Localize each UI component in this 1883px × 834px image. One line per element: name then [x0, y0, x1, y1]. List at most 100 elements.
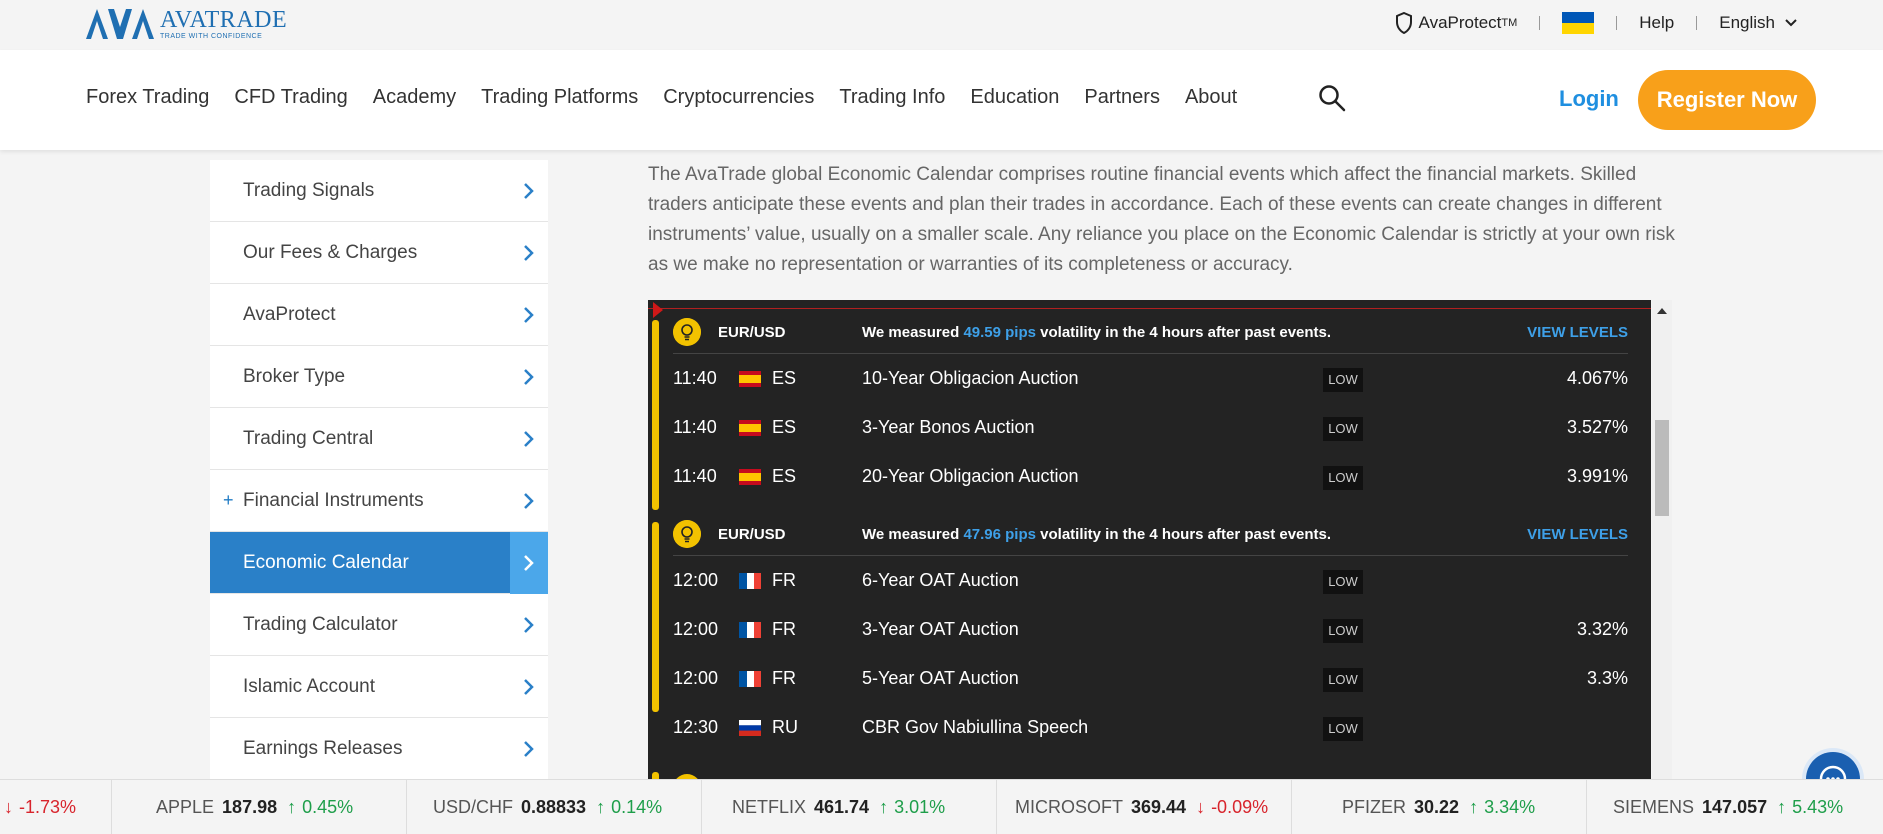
arrow-down-icon: ↓ [4, 796, 13, 817]
sidebar-item-trading-calculator[interactable]: Trading Calculator [210, 594, 548, 656]
ticker-item[interactable]: SIEMENS 147.057 ↑ 5.43% [1587, 780, 1883, 834]
impact-badge: LOW [1323, 466, 1363, 490]
sidebar-item-label: Our Fees & Charges [243, 242, 418, 263]
calendar-event-row[interactable]: 11:40 ES 20-Year Obligacion Auction LOW … [673, 452, 1628, 501]
volatility-suffix: volatility in the 4 hours after past eve… [1035, 324, 1332, 341]
ticker-change: -0.09% [1211, 796, 1269, 817]
market-ticker: ↓ -1.73% APPLE 187.98 ↑ 0.45% USD/CHF 0.… [0, 779, 1883, 834]
nav-item-academy[interactable]: Academy [373, 86, 456, 109]
event-time: 12:00 [673, 619, 719, 639]
event-actual-value: 3.527% [1566, 417, 1628, 437]
france-flag-icon [739, 573, 761, 589]
sidebar-item-trading-central[interactable]: Trading Central [210, 408, 548, 470]
login-link[interactable]: Login [1559, 86, 1619, 112]
ticker-name: SIEMENS [1613, 796, 1695, 817]
ticker-item[interactable]: PFIZER 30.22 ↑ 3.34% [1292, 780, 1587, 834]
ukraine-flag-icon [1562, 12, 1595, 34]
sidebar-item-islamic-account[interactable]: Islamic Account [210, 656, 548, 718]
scrollbar-thumb[interactable] [1655, 420, 1669, 516]
ticker-item[interactable]: MICROSOFT 369.44 ↓ -0.09% [997, 780, 1292, 834]
calendar-event-row[interactable]: 12:00 FR 3-Year OAT Auction LOW 3.32% [673, 605, 1628, 654]
main-navbar: Forex Trading CFD Trading Academy Tradin… [0, 50, 1883, 150]
calendar-event-row[interactable]: 11:40 ES 10-Year Obligacion Auction LOW … [673, 354, 1628, 403]
chevron-right-icon [510, 532, 548, 594]
event-country: FR [772, 668, 796, 688]
calendar-event-row[interactable]: 12:00 FR 6-Year OAT Auction LOW [673, 556, 1628, 605]
nav-item-cryptocurrencies[interactable]: Cryptocurrencies [663, 86, 814, 109]
ticker-price: 187.98 [222, 796, 278, 817]
russia-flag-icon [739, 720, 761, 736]
lightbulb-icon [673, 318, 701, 346]
scroll-up-arrow-icon[interactable] [1657, 308, 1667, 314]
search-icon[interactable] [1318, 84, 1346, 112]
brand-tagline: TRADE WITH CONFIDENCE [160, 33, 263, 40]
divider [1539, 16, 1541, 30]
avatrade-logo-icon [86, 9, 154, 39]
currency-pair: EUR/USD [718, 324, 786, 341]
spain-flag-icon [739, 420, 761, 436]
event-name: 5-Year OAT Auction [862, 668, 1019, 688]
expand-plus-icon[interactable]: + [223, 490, 234, 511]
ticker-change: 0.14% [611, 796, 663, 817]
ticker-item[interactable]: APPLE 187.98 ↑ 0.45% [112, 780, 407, 834]
event-time: 12:00 [673, 668, 719, 688]
sidebar-item-label: Trading Signals [243, 180, 375, 201]
nav-item-trading-platforms[interactable]: Trading Platforms [481, 86, 638, 109]
current-time-marker-icon [653, 302, 663, 318]
event-time: 12:30 [673, 717, 719, 737]
trademark-label: TM [1501, 17, 1518, 29]
event-country: RU [772, 717, 798, 737]
sidebar-item-broker-type[interactable]: Broker Type [210, 346, 548, 408]
sidebar-item-label: Broker Type [243, 366, 346, 387]
calendar-event-row[interactable]: 12:30 RU CBR Gov Nabiullina Speech LOW [673, 703, 1628, 752]
intro-paragraph: The AvaTrade global Economic Calendar co… [648, 164, 1675, 275]
calendar-event-row[interactable]: 11:40 ES 3-Year Bonos Auction LOW 3.527% [673, 403, 1628, 452]
calendar-event-row[interactable]: 12:00 FR 5-Year OAT Auction LOW 3.3% [673, 654, 1628, 703]
ticker-change: 3.01% [894, 796, 946, 817]
economic-calendar-widget: EUR/USD We measured 49.59 pips volatilit… [648, 300, 1651, 780]
volatility-suffix: volatility in the 4 hours after past eve… [1035, 526, 1332, 543]
pips-value: 47.96 pips [963, 526, 1036, 543]
register-now-button[interactable]: Register Now [1638, 70, 1816, 130]
avatrade-logo[interactable]: AVATRADE TRADE WITH CONFIDENCE [86, 8, 287, 40]
chevron-right-icon [524, 245, 534, 261]
event-country: ES [772, 368, 797, 388]
sidebar-item-fees-charges[interactable]: Our Fees & Charges [210, 222, 548, 284]
ticker-item[interactable]: USD/CHF 0.88833 ↑ 0.14% [407, 780, 702, 834]
calendar-scrollbar[interactable] [1652, 300, 1672, 780]
help-link[interactable]: Help [1639, 13, 1674, 33]
event-country: FR [772, 619, 796, 639]
impact-badge: LOW [1323, 717, 1363, 741]
view-levels-link[interactable]: VIEW LEVELS [1527, 526, 1628, 543]
ticker-price: 0.88833 [521, 796, 587, 817]
sidebar-item-trading-signals[interactable]: Trading Signals [210, 160, 548, 222]
avaprotect-link[interactable]: AvaProtect TM [1395, 12, 1518, 34]
event-actual-value: 3.3% [1586, 668, 1628, 688]
ticker-item[interactable]: NETFLIX 461.74 ↑ 3.01% [702, 780, 997, 834]
nav-item-forex-trading[interactable]: Forex Trading [86, 86, 209, 109]
language-selector[interactable]: English [1719, 13, 1797, 33]
ticker-item[interactable]: ↓ -1.73% [0, 780, 112, 834]
avaprotect-label: AvaProtect [1418, 13, 1502, 32]
chevron-right-icon [524, 431, 534, 447]
nav-item-education[interactable]: Education [970, 86, 1059, 109]
sidebar-item-earnings-releases[interactable]: Earnings Releases [210, 718, 548, 780]
nav-item-about[interactable]: About [1185, 86, 1237, 109]
view-levels-link[interactable]: VIEW LEVELS [1527, 324, 1628, 341]
ticker-name: PFIZER [1342, 796, 1407, 817]
language-label: English [1719, 13, 1775, 32]
arrow-up-icon: ↑ [596, 796, 606, 817]
france-flag-icon [739, 622, 761, 638]
nav-item-cfd-trading[interactable]: CFD Trading [234, 86, 347, 109]
sidebar-item-financial-instruments[interactable]: + Financial Instruments [210, 470, 548, 532]
impact-badge: LOW [1323, 570, 1363, 594]
ticker-name: USD/CHF [433, 796, 513, 817]
sidebar-item-avaprotect[interactable]: AvaProtect [210, 284, 548, 346]
event-time: 11:40 [673, 417, 717, 437]
nav-item-trading-info[interactable]: Trading Info [839, 86, 945, 109]
arrow-up-icon: ↑ [1469, 796, 1479, 817]
sidebar-item-economic-calendar[interactable]: Economic Calendar [210, 532, 548, 594]
sidebar-item-label: Trading Calculator [243, 614, 398, 635]
france-flag-icon [739, 671, 761, 687]
nav-item-partners[interactable]: Partners [1084, 86, 1160, 109]
